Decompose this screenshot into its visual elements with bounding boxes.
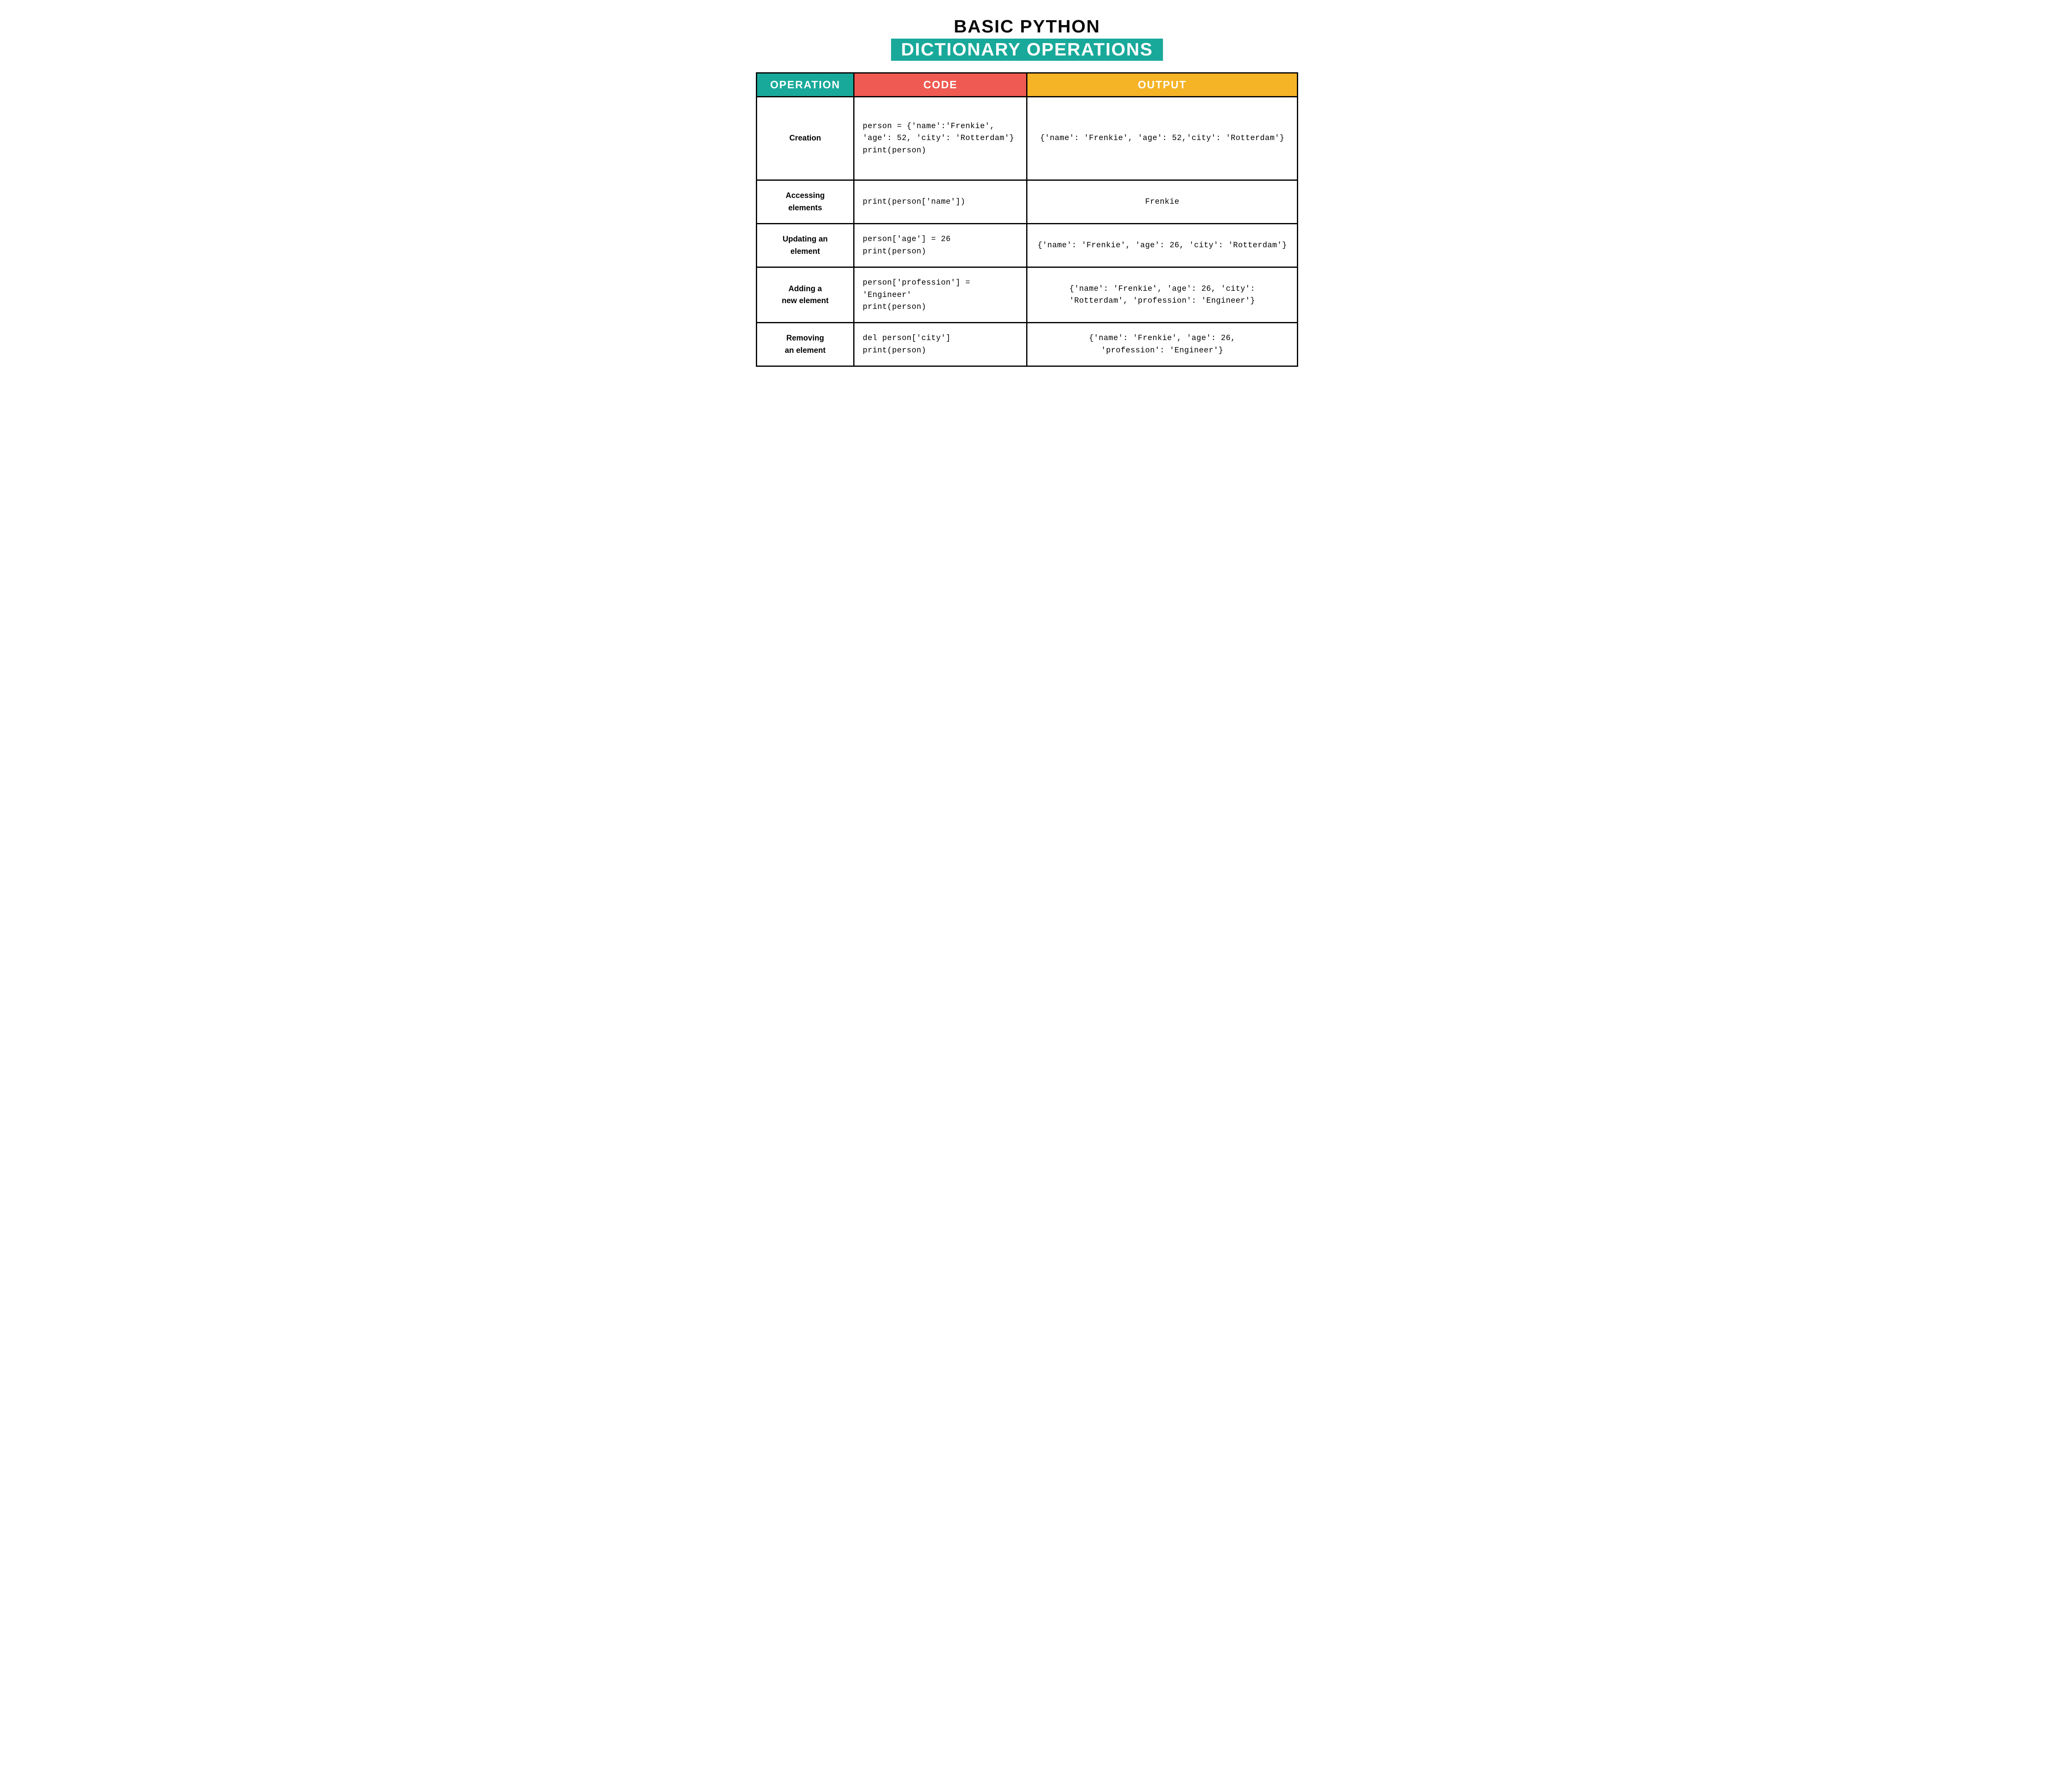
operation-cell: Removing an element — [757, 323, 854, 366]
title-block: BASIC PYTHON DICTIONARY OPERATIONS — [756, 16, 1298, 61]
output-cell: {'name': 'Frenkie', 'age': 52,'city': 'R… — [1027, 97, 1298, 180]
table-row: Updating an element person['age'] = 26 p… — [757, 224, 1298, 267]
document: BASIC PYTHON DICTIONARY OPERATIONS OPERA… — [756, 16, 1298, 367]
table-row: Accessing elements print(person['name'])… — [757, 180, 1298, 224]
output-cell: {'name': 'Frenkie', 'age': 26, 'city': '… — [1027, 224, 1298, 267]
code-cell: del person['city'] print(person) — [854, 323, 1027, 366]
code-cell: person['profession'] = 'Engineer' print(… — [854, 267, 1027, 323]
header-row: OPERATION CODE OUTPUT — [757, 73, 1298, 97]
operation-cell: Accessing elements — [757, 180, 854, 224]
output-cell: {'name': 'Frenkie', 'age': 26, 'professi… — [1027, 323, 1298, 366]
operation-cell: Adding a new element — [757, 267, 854, 323]
header-code: CODE — [854, 73, 1027, 97]
code-cell: print(person['name']) — [854, 180, 1027, 224]
operation-cell: Updating an element — [757, 224, 854, 267]
output-cell: Frenkie — [1027, 180, 1298, 224]
code-cell: person = {'name':'Frenkie', 'age': 52, '… — [854, 97, 1027, 180]
code-cell: person['age'] = 26 print(person) — [854, 224, 1027, 267]
output-cell: {'name': 'Frenkie', 'age': 26, 'city': '… — [1027, 267, 1298, 323]
title-line1: BASIC PYTHON — [756, 16, 1298, 37]
table-row: Adding a new element person['profession'… — [757, 267, 1298, 323]
operations-table: OPERATION CODE OUTPUT Creation person = … — [756, 72, 1298, 367]
header-output: OUTPUT — [1027, 73, 1298, 97]
operation-cell: Creation — [757, 97, 854, 180]
table-row: Removing an element del person['city'] p… — [757, 323, 1298, 366]
title-line2: DICTIONARY OPERATIONS — [891, 39, 1163, 61]
header-operation: OPERATION — [757, 73, 854, 97]
table-row: Creation person = {'name':'Frenkie', 'ag… — [757, 97, 1298, 180]
